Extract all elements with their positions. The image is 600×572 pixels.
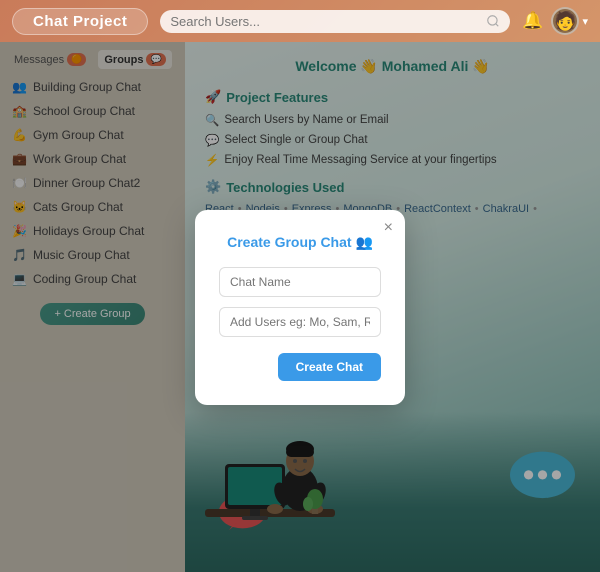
search-input[interactable]	[170, 14, 480, 29]
avatar-dropdown[interactable]: 🧑 ▾	[551, 7, 588, 35]
modal-title: Create Group Chat 👥	[219, 234, 381, 251]
group-chat-icon: 👥	[355, 234, 372, 250]
app-title: Chat Project	[12, 8, 148, 35]
create-group-modal: × Create Group Chat 👥 Create Chat	[195, 210, 405, 405]
search-bar[interactable]	[160, 10, 510, 33]
search-icon	[486, 14, 500, 28]
bell-icon[interactable]: 🔔	[522, 11, 543, 31]
main-layout: Messages 🟠 Groups 💬 👥Building Group Chat…	[0, 42, 600, 572]
header: Chat Project 🔔 🧑 ▾	[0, 0, 600, 42]
chevron-down-icon: ▾	[582, 15, 588, 28]
modal-overlay: × Create Group Chat 👥 Create Chat	[0, 42, 600, 572]
avatar: 🧑	[551, 7, 579, 35]
chat-name-input[interactable]	[219, 267, 381, 297]
modal-close-button[interactable]: ×	[384, 220, 393, 236]
create-chat-button[interactable]: Create Chat	[278, 353, 381, 381]
add-users-input[interactable]	[219, 307, 381, 337]
header-icons: 🔔 🧑 ▾	[522, 7, 588, 35]
